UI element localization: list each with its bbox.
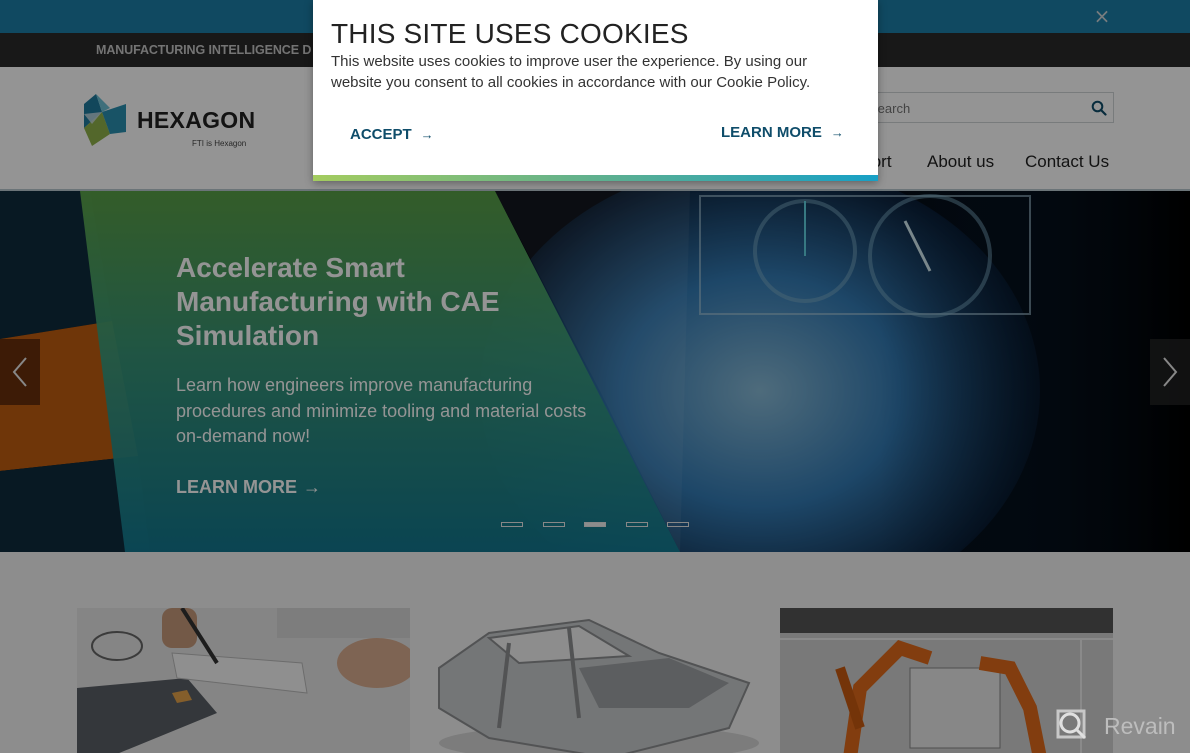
- accept-label: ACCEPT: [350, 126, 412, 143]
- cookie-modal-accent-bar: [313, 175, 878, 181]
- accept-cookies-button[interactable]: ACCEPT →: [350, 126, 434, 143]
- cookie-modal-title: THIS SITE USES COOKIES: [331, 18, 689, 49]
- arrow-right-icon: →: [830, 125, 844, 140]
- revain-watermark-text: Revain: [1104, 713, 1176, 739]
- page: × MANUFACTURING INTELLIGENCE D HEXAGON F…: [0, 0, 1190, 753]
- cookie-consent-modal: THIS SITE USES COOKIES This website uses…: [313, 0, 878, 181]
- arrow-right-icon: →: [420, 127, 434, 142]
- learn-more-label: LEARN MORE: [721, 124, 822, 141]
- cookie-learn-more-button[interactable]: LEARN MORE →: [721, 124, 844, 141]
- revain-logo-icon: [1056, 709, 1087, 740]
- cookie-modal-text: This website uses cookies to improve use…: [331, 53, 811, 91]
